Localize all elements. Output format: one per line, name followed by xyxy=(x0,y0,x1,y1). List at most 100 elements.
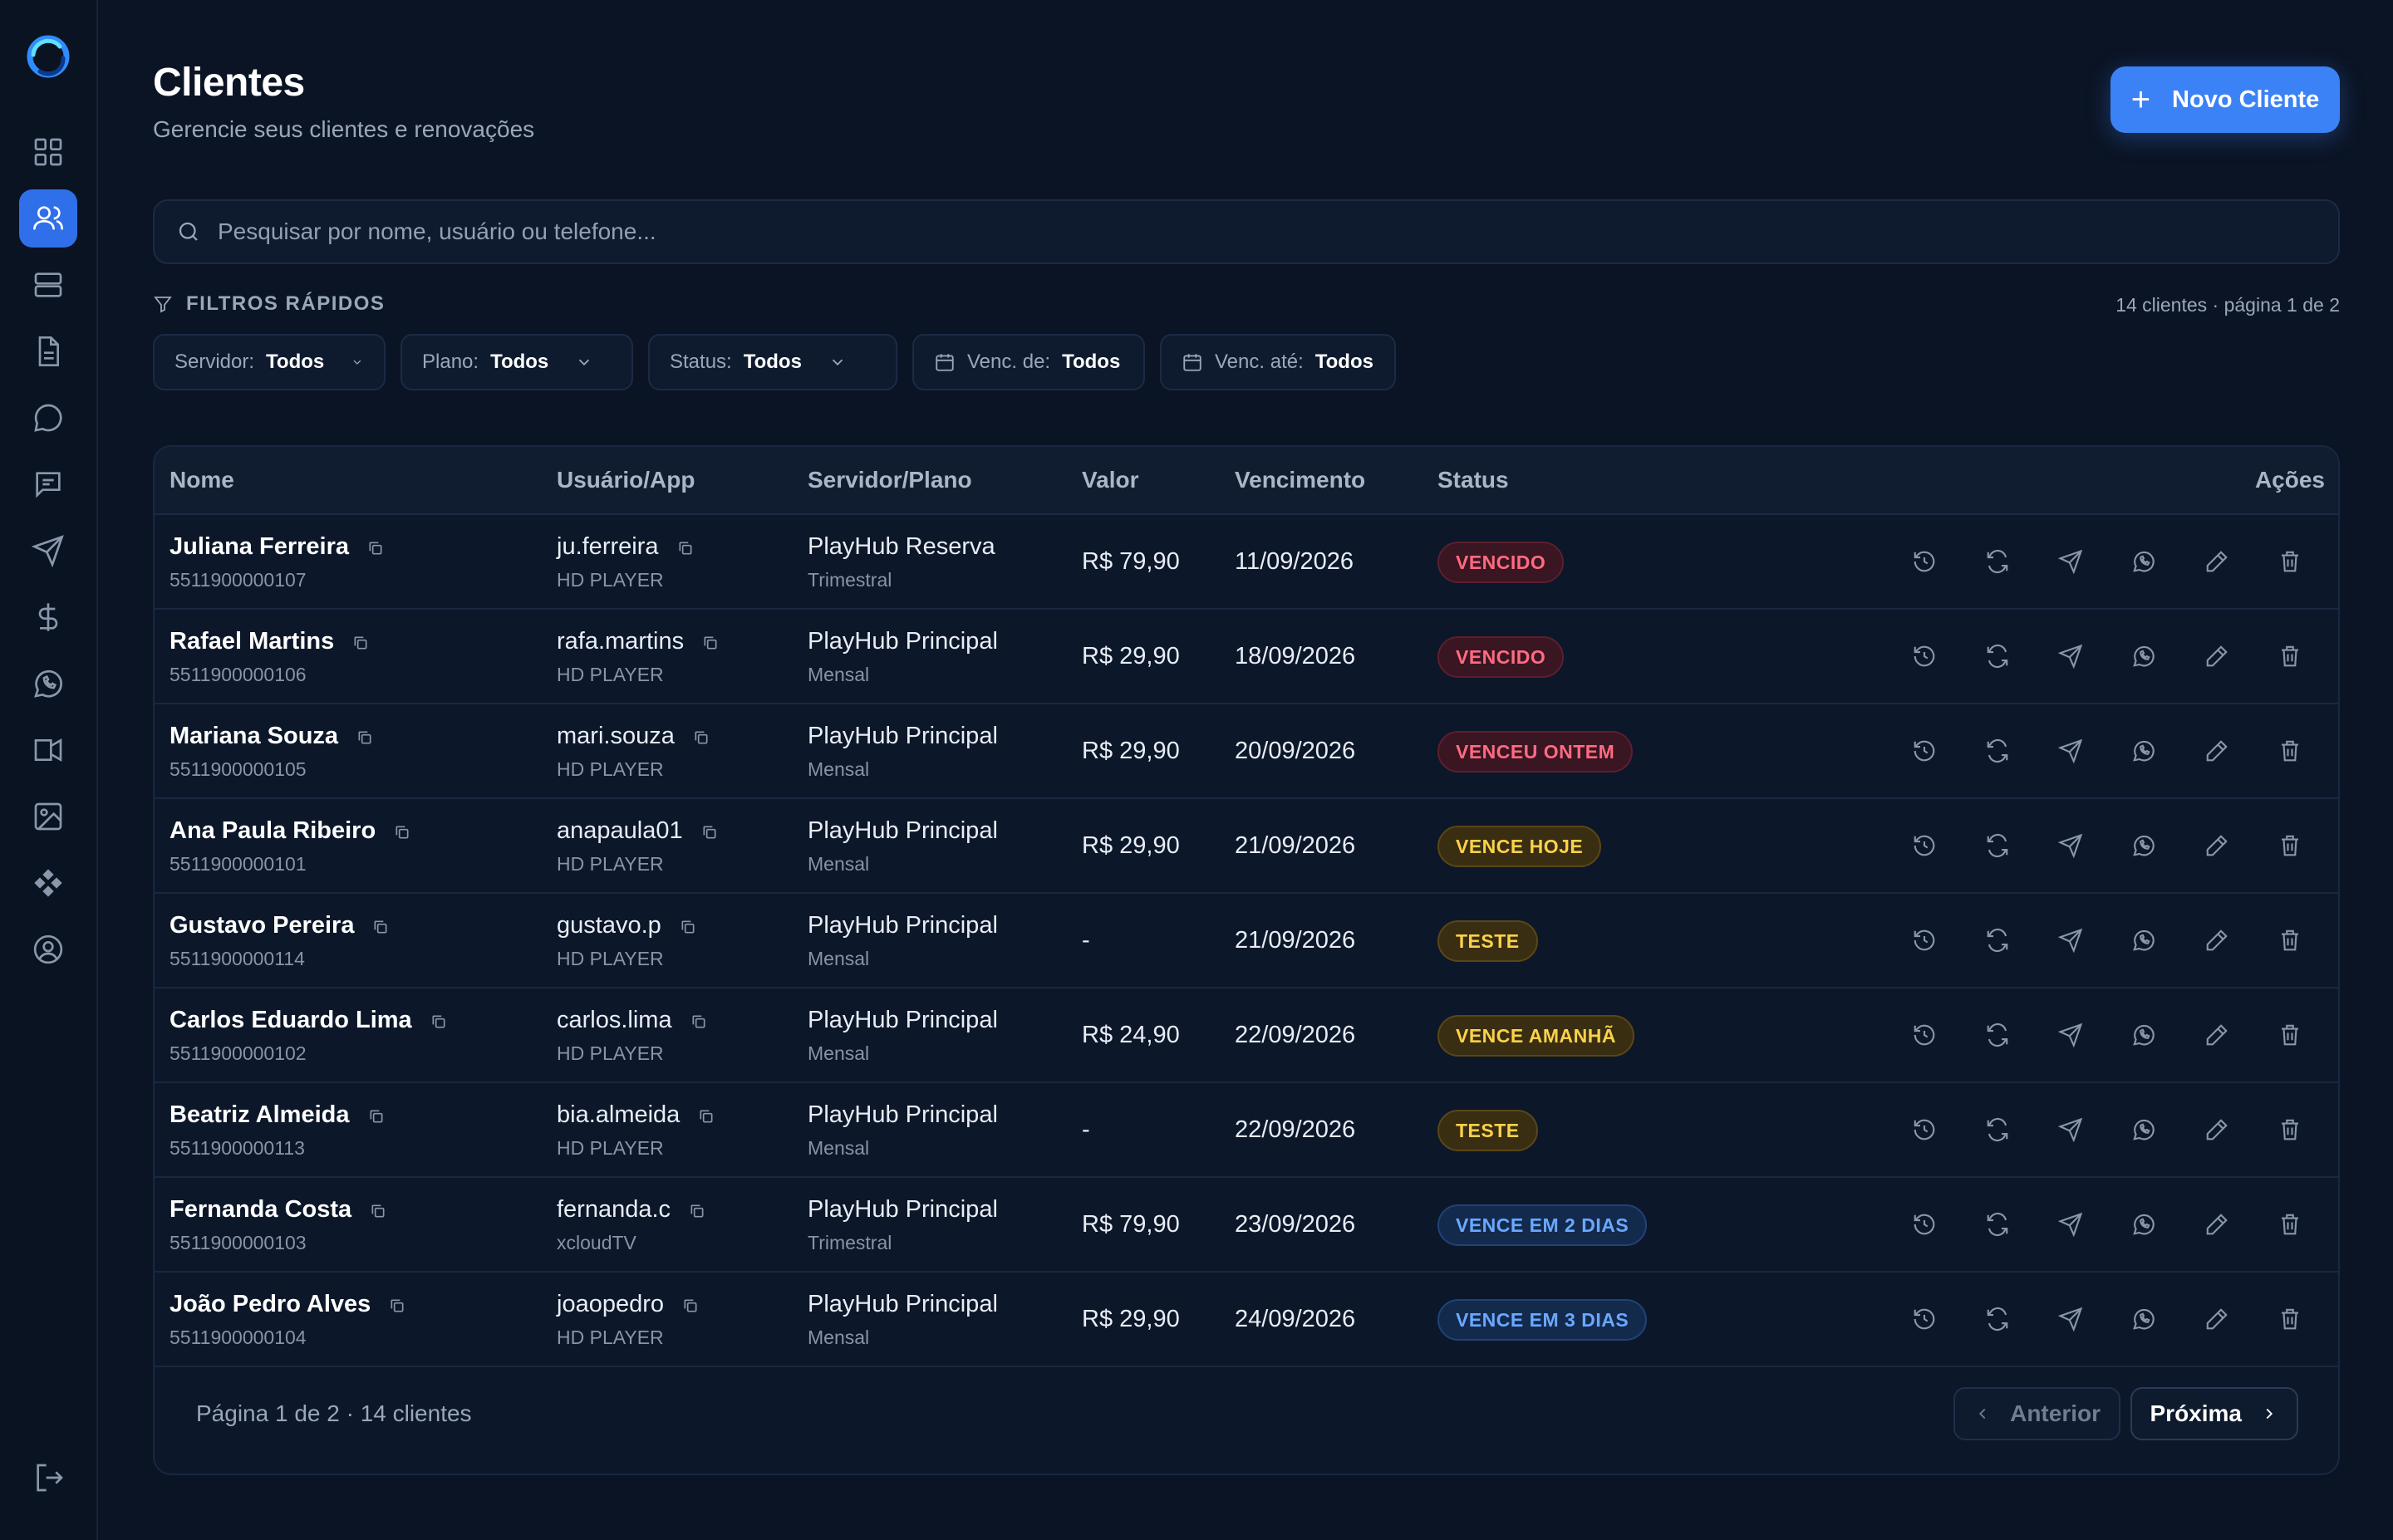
whatsapp-button[interactable] xyxy=(2129,547,2159,576)
copy-icon[interactable] xyxy=(367,540,384,561)
edit-button[interactable] xyxy=(2202,736,2232,766)
sidebar-item-integrations[interactable] xyxy=(19,854,77,912)
renew-button[interactable] xyxy=(1983,736,2012,766)
history-button[interactable] xyxy=(1909,1209,1939,1239)
sidebar-item-campaigns[interactable] xyxy=(19,721,77,779)
sidebar-item-dashboard[interactable] xyxy=(19,123,77,181)
copy-icon[interactable] xyxy=(370,1203,386,1224)
whatsapp-button[interactable] xyxy=(2129,1020,2159,1050)
delete-button[interactable] xyxy=(2275,641,2305,671)
sidebar-item-images[interactable] xyxy=(19,787,77,846)
copy-icon[interactable] xyxy=(689,1203,705,1224)
edit-button[interactable] xyxy=(2202,1304,2232,1334)
search-input[interactable] xyxy=(218,218,2338,245)
copy-icon[interactable] xyxy=(698,1108,715,1129)
client-name[interactable]: Ana Paula Ribeiro xyxy=(170,817,376,845)
copy-icon[interactable] xyxy=(394,824,410,845)
col-value[interactable]: Valor xyxy=(1082,467,1138,493)
logout-button[interactable] xyxy=(20,1449,78,1507)
sidebar-item-profile[interactable] xyxy=(19,920,77,978)
history-button[interactable] xyxy=(1909,831,1939,861)
renew-button[interactable] xyxy=(1983,641,2012,671)
edit-button[interactable] xyxy=(2202,1209,2232,1239)
delete-button[interactable] xyxy=(2275,1209,2305,1239)
sidebar-item-chat[interactable] xyxy=(19,389,77,447)
renew-button[interactable] xyxy=(1983,1115,2012,1145)
filter-plan[interactable]: Plano: Todos xyxy=(400,334,633,390)
history-button[interactable] xyxy=(1909,1115,1939,1145)
copy-icon[interactable] xyxy=(430,1013,447,1034)
col-user[interactable]: Usuário/App xyxy=(557,467,695,493)
whatsapp-button[interactable] xyxy=(2129,1115,2159,1145)
send-button[interactable] xyxy=(2056,1209,2086,1239)
send-button[interactable] xyxy=(2056,736,2086,766)
client-name[interactable]: Juliana Ferreira xyxy=(170,533,349,561)
history-button[interactable] xyxy=(1909,736,1939,766)
renew-button[interactable] xyxy=(1983,1304,2012,1334)
edit-button[interactable] xyxy=(2202,831,2232,861)
sidebar-item-documents[interactable] xyxy=(19,322,77,380)
sidebar-item-send[interactable] xyxy=(19,522,77,580)
copy-icon[interactable] xyxy=(693,729,710,750)
renew-button[interactable] xyxy=(1983,831,2012,861)
filter-due-to[interactable]: Venc. até: Todos xyxy=(1160,334,1396,390)
copy-icon[interactable] xyxy=(389,1297,405,1318)
filter-status[interactable]: Status: Todos xyxy=(648,334,897,390)
history-button[interactable] xyxy=(1909,925,1939,955)
renew-button[interactable] xyxy=(1983,547,2012,576)
delete-button[interactable] xyxy=(2275,1115,2305,1145)
history-button[interactable] xyxy=(1909,641,1939,671)
client-name[interactable]: Beatriz Almeida xyxy=(170,1101,350,1129)
previous-page-button[interactable]: Anterior xyxy=(1953,1387,2120,1440)
sidebar-item-clients[interactable] xyxy=(19,189,77,248)
copy-icon[interactable] xyxy=(352,635,369,655)
delete-button[interactable] xyxy=(2275,1020,2305,1050)
history-button[interactable] xyxy=(1909,1304,1939,1334)
renew-button[interactable] xyxy=(1983,1209,2012,1239)
send-button[interactable] xyxy=(2056,925,2086,955)
copy-icon[interactable] xyxy=(701,824,718,845)
copy-icon[interactable] xyxy=(690,1013,707,1034)
copy-icon[interactable] xyxy=(372,919,389,939)
whatsapp-button[interactable] xyxy=(2129,831,2159,861)
copy-icon[interactable] xyxy=(682,1297,699,1318)
send-button[interactable] xyxy=(2056,1115,2086,1145)
whatsapp-button[interactable] xyxy=(2129,925,2159,955)
send-button[interactable] xyxy=(2056,547,2086,576)
col-due[interactable]: Vencimento xyxy=(1235,467,1365,493)
edit-button[interactable] xyxy=(2202,547,2232,576)
send-button[interactable] xyxy=(2056,641,2086,671)
send-button[interactable] xyxy=(2056,831,2086,861)
client-name[interactable]: Fernanda Costa xyxy=(170,1196,351,1224)
edit-button[interactable] xyxy=(2202,1115,2232,1145)
sidebar-item-whatsapp[interactable] xyxy=(19,655,77,713)
whatsapp-button[interactable] xyxy=(2129,736,2159,766)
edit-button[interactable] xyxy=(2202,925,2232,955)
sidebar-item-messages[interactable] xyxy=(19,455,77,513)
new-client-button[interactable]: + Novo Cliente xyxy=(2110,66,2340,133)
client-name[interactable]: Carlos Eduardo Lima xyxy=(170,1007,412,1034)
copy-icon[interactable] xyxy=(702,635,719,655)
client-name[interactable]: Mariana Souza xyxy=(170,723,338,750)
edit-button[interactable] xyxy=(2202,641,2232,671)
delete-button[interactable] xyxy=(2275,547,2305,576)
copy-icon[interactable] xyxy=(368,1108,385,1129)
whatsapp-button[interactable] xyxy=(2129,641,2159,671)
history-button[interactable] xyxy=(1909,547,1939,576)
client-name[interactable]: João Pedro Alves xyxy=(170,1291,371,1318)
send-button[interactable] xyxy=(2056,1304,2086,1334)
copy-icon[interactable] xyxy=(680,919,696,939)
filter-server[interactable]: Servidor: Todos xyxy=(153,334,386,390)
delete-button[interactable] xyxy=(2275,1304,2305,1334)
filter-due-from[interactable]: Venc. de: Todos xyxy=(912,334,1145,390)
delete-button[interactable] xyxy=(2275,831,2305,861)
col-status[interactable]: Status xyxy=(1437,467,1509,493)
renew-button[interactable] xyxy=(1983,1020,2012,1050)
next-page-button[interactable]: Próxima xyxy=(2130,1387,2298,1440)
whatsapp-button[interactable] xyxy=(2129,1209,2159,1239)
history-button[interactable] xyxy=(1909,1020,1939,1050)
col-name[interactable]: Nome xyxy=(170,467,234,493)
copy-icon[interactable] xyxy=(677,540,694,561)
sidebar-item-servers[interactable] xyxy=(19,256,77,314)
sidebar-item-finance[interactable] xyxy=(19,588,77,646)
